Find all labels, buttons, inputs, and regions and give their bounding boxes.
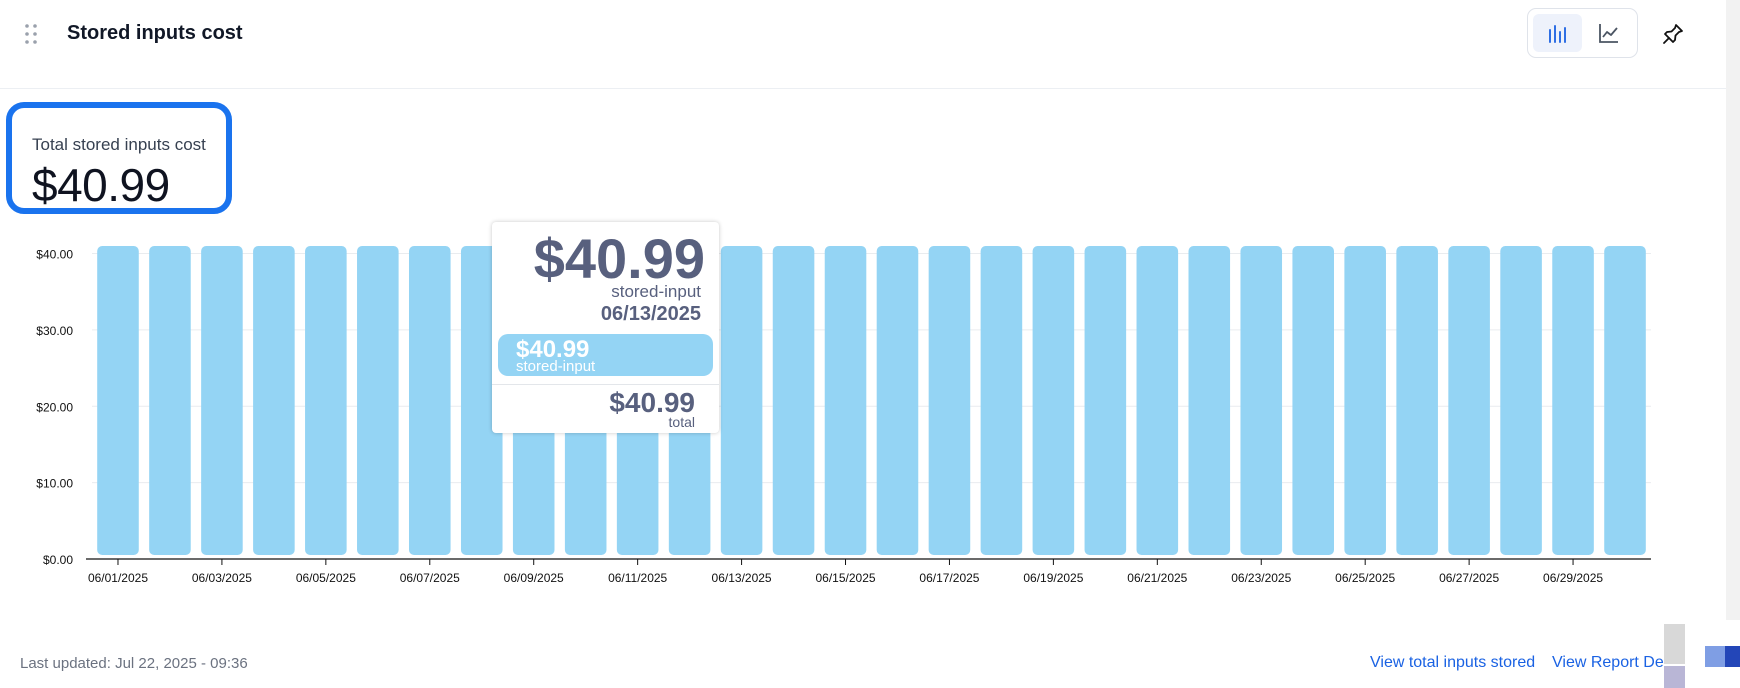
x-tick-label: 06/05/2025 <box>296 571 356 585</box>
chart-bar[interactable] <box>1136 246 1179 555</box>
chart-bar[interactable] <box>1448 246 1490 555</box>
chart-bar[interactable] <box>305 246 347 555</box>
tooltip-date: 06/13/2025 <box>600 303 701 325</box>
chart-bar[interactable] <box>201 246 243 555</box>
chart-bar[interactable] <box>357 246 399 555</box>
chart-bar[interactable] <box>408 246 451 555</box>
x-tick-label: 06/03/2025 <box>192 571 252 585</box>
chart-bar[interactable] <box>824 246 867 555</box>
y-tick-label: $40.00 <box>36 248 73 262</box>
x-tick-label: 06/07/2025 <box>400 571 460 585</box>
tooltip-divider <box>492 384 719 385</box>
chart-bar[interactable] <box>1188 246 1231 555</box>
x-tick-label: 06/23/2025 <box>1231 571 1291 585</box>
floating-widget[interactable] <box>1664 624 1740 688</box>
x-tick-label: 06/09/2025 <box>504 571 564 585</box>
scrollbar-track[interactable] <box>1726 0 1740 620</box>
x-tick-label: 06/27/2025 <box>1439 571 1499 585</box>
chart-bar[interactable] <box>928 246 971 555</box>
x-tick-label: 06/01/2025 <box>88 571 148 585</box>
last-updated-text: Last updated: Jul 22, 2025 - 09:36 <box>20 655 248 672</box>
x-tick-label: 06/17/2025 <box>919 571 979 585</box>
x-tick-label: 06/25/2025 <box>1335 571 1395 585</box>
chart-bar[interactable] <box>876 246 919 555</box>
chart-bar[interactable] <box>1396 246 1438 555</box>
x-tick-label: 06/21/2025 <box>1127 571 1187 585</box>
stored-inputs-cost-panel: Stored inputs cost Total stored inputs c… <box>0 0 1726 688</box>
chart-bar[interactable] <box>980 246 1023 555</box>
chart-bar[interactable] <box>1292 246 1335 555</box>
stored-inputs-bar-chart: $0.00 $10.00 $20.00 $30.00 $40.00 06/01/2025 0… <box>36 246 1651 585</box>
y-tick-label: $30.00 <box>36 324 73 338</box>
x-tick-label: 06/29/2025 <box>1543 571 1603 585</box>
y-tick-label: $10.00 <box>36 477 73 491</box>
x-tick-label: 06/19/2025 <box>1023 571 1083 585</box>
chart-bar[interactable] <box>1552 246 1594 555</box>
chart-bar[interactable] <box>720 246 763 555</box>
chart-bar[interactable] <box>1084 246 1127 555</box>
tooltip-pill-series: stored-input <box>516 358 596 375</box>
view-report-details-link[interactable]: View Report De <box>1552 654 1664 672</box>
chart-bar[interactable] <box>1604 246 1646 555</box>
chart-bar[interactable] <box>1344 246 1386 555</box>
chart-bar[interactable] <box>97 246 139 555</box>
chart-tooltip: $40.99 stored-input 06/13/2025 $40.99 st… <box>492 222 719 433</box>
chart-bar[interactable] <box>253 246 295 555</box>
x-tick-label: 06/11/2025 <box>608 571 667 585</box>
x-tick-label: 06/13/2025 <box>712 571 772 585</box>
x-tick-label: 06/15/2025 <box>815 571 875 585</box>
tooltip-series-name: stored-input <box>611 282 701 301</box>
chart-bar[interactable] <box>1240 246 1283 555</box>
chart-bar[interactable] <box>772 246 815 555</box>
chart-bar[interactable] <box>1032 246 1075 555</box>
tooltip-total-label: total <box>668 414 695 430</box>
chart-bar[interactable] <box>1500 246 1542 555</box>
view-total-inputs-link[interactable]: View total inputs stored <box>1370 654 1535 672</box>
y-tick-label: $0.00 <box>43 553 73 567</box>
tooltip-series-pill: $40.99 stored-input <box>498 334 713 376</box>
chart-bar[interactable] <box>149 246 191 555</box>
y-tick-label: $20.00 <box>36 400 73 414</box>
